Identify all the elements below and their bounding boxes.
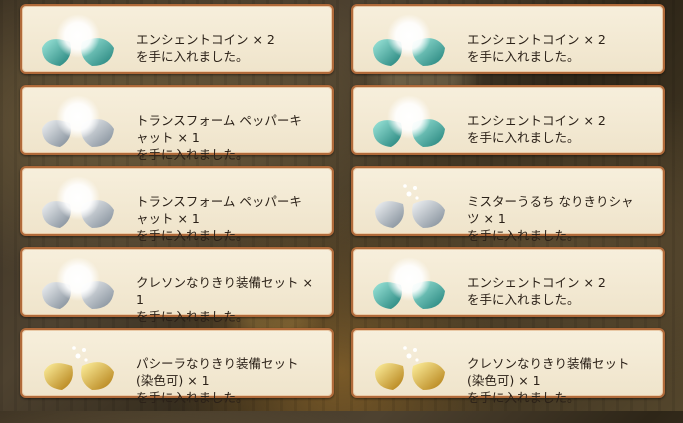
obtained-message: を手に入れました。 [467, 390, 580, 405]
teal-capsule-icon [42, 14, 114, 66]
obtained-message: を手に入れました。 [467, 130, 580, 145]
obtained-message: を手に入れました。 [467, 228, 580, 243]
teal-capsule-icon [373, 95, 445, 147]
reward-card[interactable]: エンシェントコイン × 2 を手に入れました。 [351, 247, 665, 317]
obtained-message: を手に入れました。 [136, 49, 249, 64]
gold-capsule-icon [375, 346, 445, 390]
obtained-message: を手に入れました。 [467, 292, 580, 307]
silver-capsule-icon [42, 257, 114, 309]
item-name: クレソンなりきり装備セット × 1 [136, 275, 313, 307]
reward-card[interactable]: トランスフォーム ペッパーキ ャット × 1 を手に入れました。 [20, 166, 334, 243]
silver-capsule-icon [42, 176, 114, 228]
reward-card[interactable]: パシーラなりきり装備セット (染色可) × 1 を手に入れました。 [20, 328, 334, 405]
item-name: エンシェントコイン × 2 [467, 32, 606, 47]
item-name: エンシェントコイン × 2 [467, 275, 606, 290]
obtained-message: を手に入れました。 [136, 390, 249, 405]
reward-card[interactable]: エンシェントコイン × 2 を手に入れました。 [20, 4, 334, 74]
reward-card[interactable]: トランスフォーム ペッパーキ ャット × 1 を手に入れました。 [20, 85, 334, 162]
teal-capsule-icon [373, 257, 445, 309]
obtained-message: を手に入れました。 [136, 147, 249, 162]
item-name: トランスフォーム ペッパーキ ャット × 1 [136, 194, 302, 226]
reward-card[interactable]: クレソンなりきり装備セット (染色可) × 1 を手に入れました。 [351, 328, 665, 405]
item-name: トランスフォーム ペッパーキ ャット × 1 [136, 113, 302, 145]
silver-capsule-icon [42, 95, 114, 147]
teal-capsule-icon [373, 14, 445, 66]
item-name: エンシェントコイン × 2 [136, 32, 275, 47]
reward-card[interactable]: エンシェントコイン × 2 を手に入れました。 [351, 4, 665, 74]
item-name: パシーラなりきり装備セット (染色可) × 1 [136, 356, 299, 388]
item-name: エンシェントコイン × 2 [467, 113, 606, 128]
gold-capsule-icon [44, 346, 114, 390]
obtained-message: を手に入れました。 [136, 309, 249, 324]
reward-card[interactable]: クレソンなりきり装備セット × 1 を手に入れました。 [20, 247, 334, 324]
silver-capsule-icon [375, 184, 445, 228]
obtained-message: を手に入れました。 [136, 228, 249, 243]
item-name: クレソンなりきり装備セット (染色可) × 1 [467, 356, 630, 388]
obtained-message: を手に入れました。 [467, 49, 580, 64]
item-name: ミスターうるち なりきりシャ ツ × 1 [467, 194, 634, 226]
reward-card[interactable]: ミスターうるち なりきりシャ ツ × 1 を手に入れました。 [351, 166, 665, 243]
reward-card[interactable]: エンシェントコイン × 2 を手に入れました。 [351, 85, 665, 155]
